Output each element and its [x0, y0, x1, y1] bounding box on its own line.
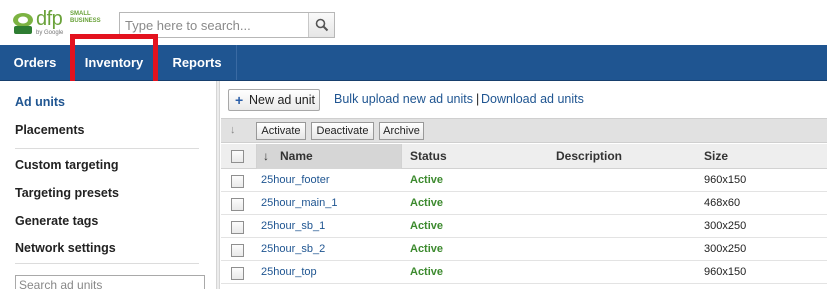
- status-badge: Active: [410, 220, 444, 232]
- status-badge: Active: [410, 174, 444, 186]
- link-separator: |: [476, 92, 480, 106]
- bulk-upload-link[interactable]: Bulk upload new ad units: [334, 92, 473, 106]
- activate-button[interactable]: Activate: [256, 122, 306, 140]
- sidebar-divider: [15, 148, 199, 149]
- status-badge: Active: [410, 243, 444, 255]
- status-badge: Active: [410, 197, 444, 209]
- column-divider: [256, 144, 257, 169]
- row-checkbox[interactable]: [231, 198, 244, 211]
- column-header-status[interactable]: Status: [410, 144, 447, 169]
- column-header-description[interactable]: Description: [556, 144, 622, 169]
- table-row[interactable]: 25hour_footer Active 960x150: [221, 170, 827, 192]
- nav-tab-reports[interactable]: Reports: [158, 45, 236, 80]
- main-content: + New ad unit Bulk upload new ad units |…: [221, 81, 827, 289]
- ad-unit-name-link[interactable]: 25hour_footer: [261, 174, 330, 186]
- column-divider: [401, 144, 402, 169]
- sorted-column-bg: [256, 144, 401, 169]
- table-row[interactable]: 25hour_sb_1 Active 300x250: [221, 216, 827, 238]
- row-checkbox[interactable]: [231, 244, 244, 257]
- ad-unit-search-input[interactable]: [16, 276, 204, 289]
- nav-tab-orders[interactable]: Orders: [0, 45, 70, 80]
- logo-wordmark: dfp: [36, 8, 63, 30]
- status-badge: Active: [410, 266, 444, 278]
- row-checkbox[interactable]: [231, 221, 244, 234]
- select-arrow-icon: ↓: [230, 124, 236, 136]
- plus-icon: +: [235, 92, 244, 108]
- sidebar-item-network-settings[interactable]: Network settings: [15, 241, 116, 255]
- sidebar-item-generate-tags[interactable]: Generate tags: [15, 214, 98, 228]
- sidebar: Ad units Placements Custom targeting Tar…: [0, 81, 216, 289]
- sidebar-item-placements[interactable]: Placements: [15, 123, 84, 137]
- new-ad-unit-label: New ad unit: [249, 93, 316, 107]
- archive-button[interactable]: Archive: [379, 122, 424, 140]
- ad-unit-size: 468x60: [704, 197, 741, 209]
- sort-desc-icon[interactable]: ↓: [263, 144, 269, 169]
- panel-splitter[interactable]: [216, 81, 220, 289]
- dfp-logo-icon: [13, 13, 33, 34]
- ad-unit-name-link[interactable]: 25hour_top: [261, 266, 317, 278]
- deactivate-button[interactable]: Deactivate: [311, 122, 374, 140]
- ad-unit-name-link[interactable]: 25hour_main_1: [261, 197, 337, 209]
- new-ad-unit-button[interactable]: + New ad unit: [228, 89, 320, 111]
- nav-separator: [236, 45, 237, 80]
- download-ad-units-link[interactable]: Download ad units: [481, 92, 584, 106]
- search-icon: [315, 18, 329, 32]
- table-row[interactable]: 25hour_sb_2 Active 300x250: [221, 239, 827, 261]
- bulk-action-bar: ↓ Activate Deactivate Archive: [221, 118, 827, 143]
- column-header-name[interactable]: Name: [280, 144, 313, 169]
- sidebar-item-ad-units[interactable]: Ad units: [15, 95, 65, 109]
- column-header-size[interactable]: Size: [704, 144, 728, 169]
- ad-unit-name-link[interactable]: 25hour_sb_1: [261, 220, 325, 232]
- table-header: ↓ Name Status Description Size: [221, 144, 827, 169]
- ad-unit-size: 300x250: [704, 243, 747, 255]
- ad-unit-size: 300x250: [704, 220, 747, 232]
- ad-unit-size: 960x150: [704, 174, 747, 186]
- ad-unit-size: 960x150: [704, 266, 747, 278]
- ad-unit-search: [15, 275, 205, 289]
- global-search-button[interactable]: [308, 13, 334, 37]
- dfp-app: dfp SMALL BUSINESS by Google Orders Inve…: [0, 0, 827, 289]
- select-all-checkbox[interactable]: [231, 150, 244, 163]
- sidebar-divider: [15, 263, 199, 264]
- sidebar-item-targeting-presets[interactable]: Targeting presets: [15, 186, 119, 200]
- ad-unit-name-link[interactable]: 25hour_sb_2: [261, 243, 325, 255]
- table-row[interactable]: 25hour_top Active 960x150: [221, 262, 827, 284]
- sidebar-item-custom-targeting[interactable]: Custom targeting: [15, 158, 118, 172]
- row-checkbox[interactable]: [231, 175, 244, 188]
- row-checkbox[interactable]: [231, 267, 244, 280]
- logo-by-google: by Google: [36, 30, 64, 36]
- table-row[interactable]: 25hour_main_1 Active 468x60: [221, 193, 827, 215]
- logo-subtitle: SMALL BUSINESS: [70, 11, 101, 24]
